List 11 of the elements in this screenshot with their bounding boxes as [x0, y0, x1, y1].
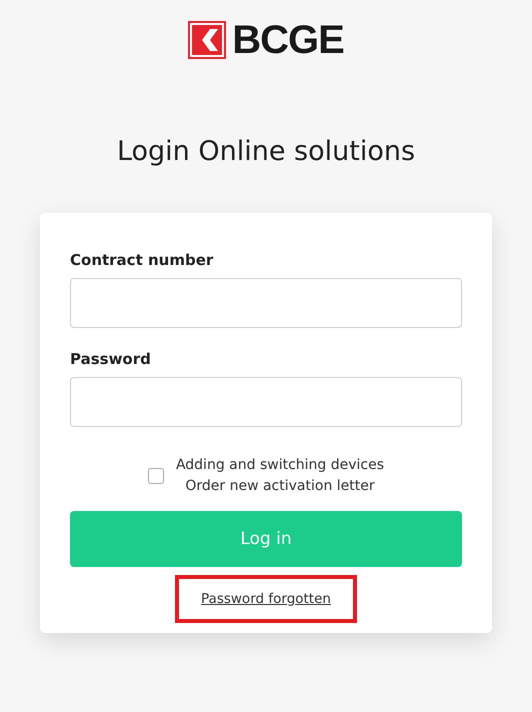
field-label: Contract number: [70, 251, 214, 269]
logo-icon: [188, 21, 226, 59]
password-forgotten-link[interactable]: Password forgotten: [201, 591, 331, 607]
option-label: Adding and switching devices: [176, 456, 384, 475]
input-field[interactable]: [70, 278, 462, 328]
field-label: Password: [70, 350, 152, 368]
input-field[interactable]: [70, 377, 462, 427]
logo-text: BCGE: [232, 20, 344, 60]
page-title: Login Online solutions: [116, 136, 416, 167]
option-label: Order new activation letter: [185, 477, 375, 496]
checkbox[interactable]: [148, 468, 164, 484]
